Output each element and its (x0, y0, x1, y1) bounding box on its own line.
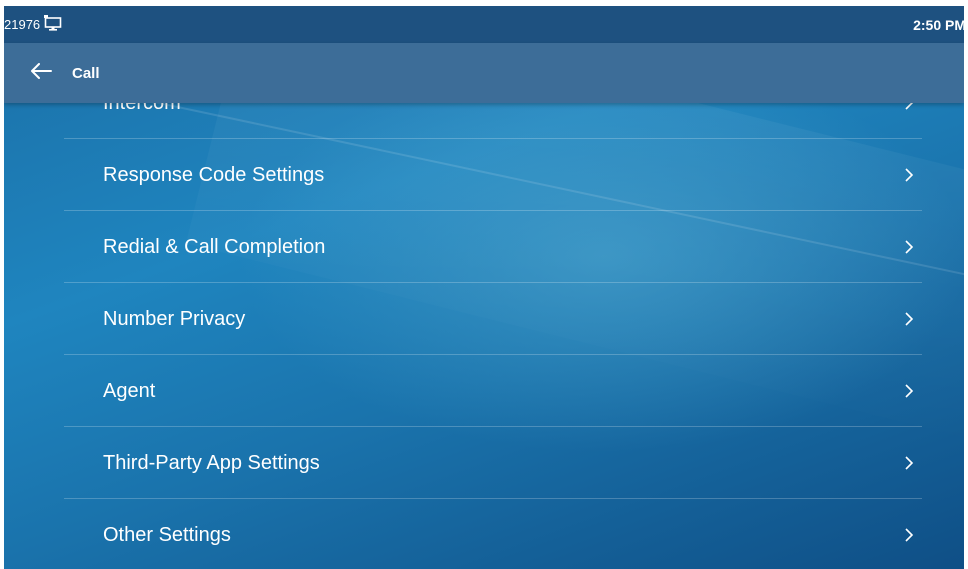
status-bar: 21976 2:50 PM (4, 6, 964, 43)
menu-item-redial-call-completion[interactable]: Redial & Call Completion (64, 211, 922, 283)
status-time: 2:50 PM (913, 16, 964, 33)
status-right: 2:50 PM (913, 6, 964, 43)
menu-item-agent[interactable]: Agent (64, 355, 922, 427)
settings-menu-list: Intercom Response Code Settings Redial &… (64, 67, 922, 569)
menu-item-number-privacy[interactable]: Number Privacy (64, 283, 922, 355)
back-button[interactable] (16, 43, 66, 103)
extension-number: 21976 (4, 17, 41, 32)
menu-item-label: Other Settings (103, 523, 231, 546)
menu-item-label: Agent (103, 379, 156, 402)
menu-item-label: Number Privacy (103, 307, 246, 330)
menu-item-response-code-settings[interactable]: Response Code Settings (64, 139, 922, 211)
menu-item-label: Third-Party App Settings (103, 451, 320, 474)
menu-item-label: Response Code Settings (103, 163, 325, 186)
menu-item-label: Redial & Call Completion (103, 235, 326, 258)
chevron-right-icon (904, 139, 914, 211)
chevron-right-icon (904, 283, 914, 355)
chevron-right-icon (904, 211, 914, 283)
page-title: Call (72, 64, 100, 82)
chevron-right-icon (904, 355, 914, 427)
chevron-right-icon (904, 499, 914, 569)
phone-screen: 21976 2:50 PM Call In (4, 6, 964, 569)
chevron-right-icon (904, 427, 914, 499)
network-monitor-icon (44, 15, 62, 34)
arrow-left-icon (30, 62, 52, 84)
status-left: 21976 (4, 6, 62, 43)
title-bar: Call (4, 43, 964, 103)
menu-item-other-settings[interactable]: Other Settings (64, 499, 922, 569)
menu-item-third-party-app-settings[interactable]: Third-Party App Settings (64, 427, 922, 499)
